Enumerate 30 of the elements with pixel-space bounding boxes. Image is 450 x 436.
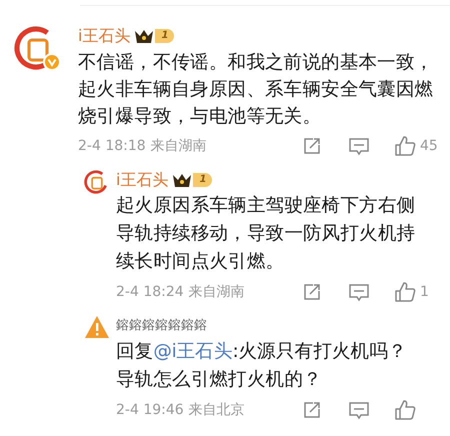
reply-text: 起火原因系车辆主驾驶座椅下方右侧导轨持续移动，导致一防风打火机持续长时间点火引燃。 <box>116 194 416 274</box>
location: 来自湖南 <box>150 136 207 156</box>
comment-icon[interactable] <box>348 400 370 420</box>
thumbs-up-icon[interactable] <box>394 281 416 303</box>
level-badge: 1 <box>155 29 174 43</box>
comment-icon[interactable] <box>348 282 370 302</box>
share-icon[interactable] <box>302 136 322 156</box>
thumbs-up-icon[interactable] <box>394 135 416 157</box>
like-count: 45 <box>420 136 438 156</box>
share-icon[interactable] <box>302 282 322 302</box>
comment-text: 不信谣，不传谣。和我之前说的基本一致，起火非车辆自身原因、系车辆安全气囊因燃烧引爆导致，与电池等无关。 <box>78 51 434 129</box>
thumbs-up-icon[interactable] <box>394 399 416 421</box>
crown-icon <box>172 172 192 188</box>
location: 来自北京 <box>188 400 245 420</box>
crown-icon <box>134 28 154 44</box>
author-name[interactable]: 鎔鎔鎔鎔鎔鎔鎔 <box>116 316 207 336</box>
author-name[interactable]: i王石头 <box>78 24 130 48</box>
avatar-logo-icon <box>14 24 62 72</box>
level-badge: 1 <box>193 173 212 187</box>
timestamp: 2-4 19:46 <box>116 400 184 420</box>
timestamp: 2-4 18:18 <box>78 136 146 156</box>
location: 来自湖南 <box>188 282 245 302</box>
mention-link[interactable]: @i王石头 <box>153 341 233 362</box>
like-count: 1 <box>420 282 430 302</box>
share-icon[interactable] <box>302 400 322 420</box>
warning-icon <box>84 315 110 339</box>
reply-text: 回复@i王石头:火源只有打火机吗？导轨怎么引燃打火机的？ <box>116 340 408 392</box>
timestamp: 2-4 18:24 <box>116 282 184 302</box>
comment-icon[interactable] <box>348 136 370 156</box>
author-name[interactable]: i王石头 <box>116 168 168 192</box>
